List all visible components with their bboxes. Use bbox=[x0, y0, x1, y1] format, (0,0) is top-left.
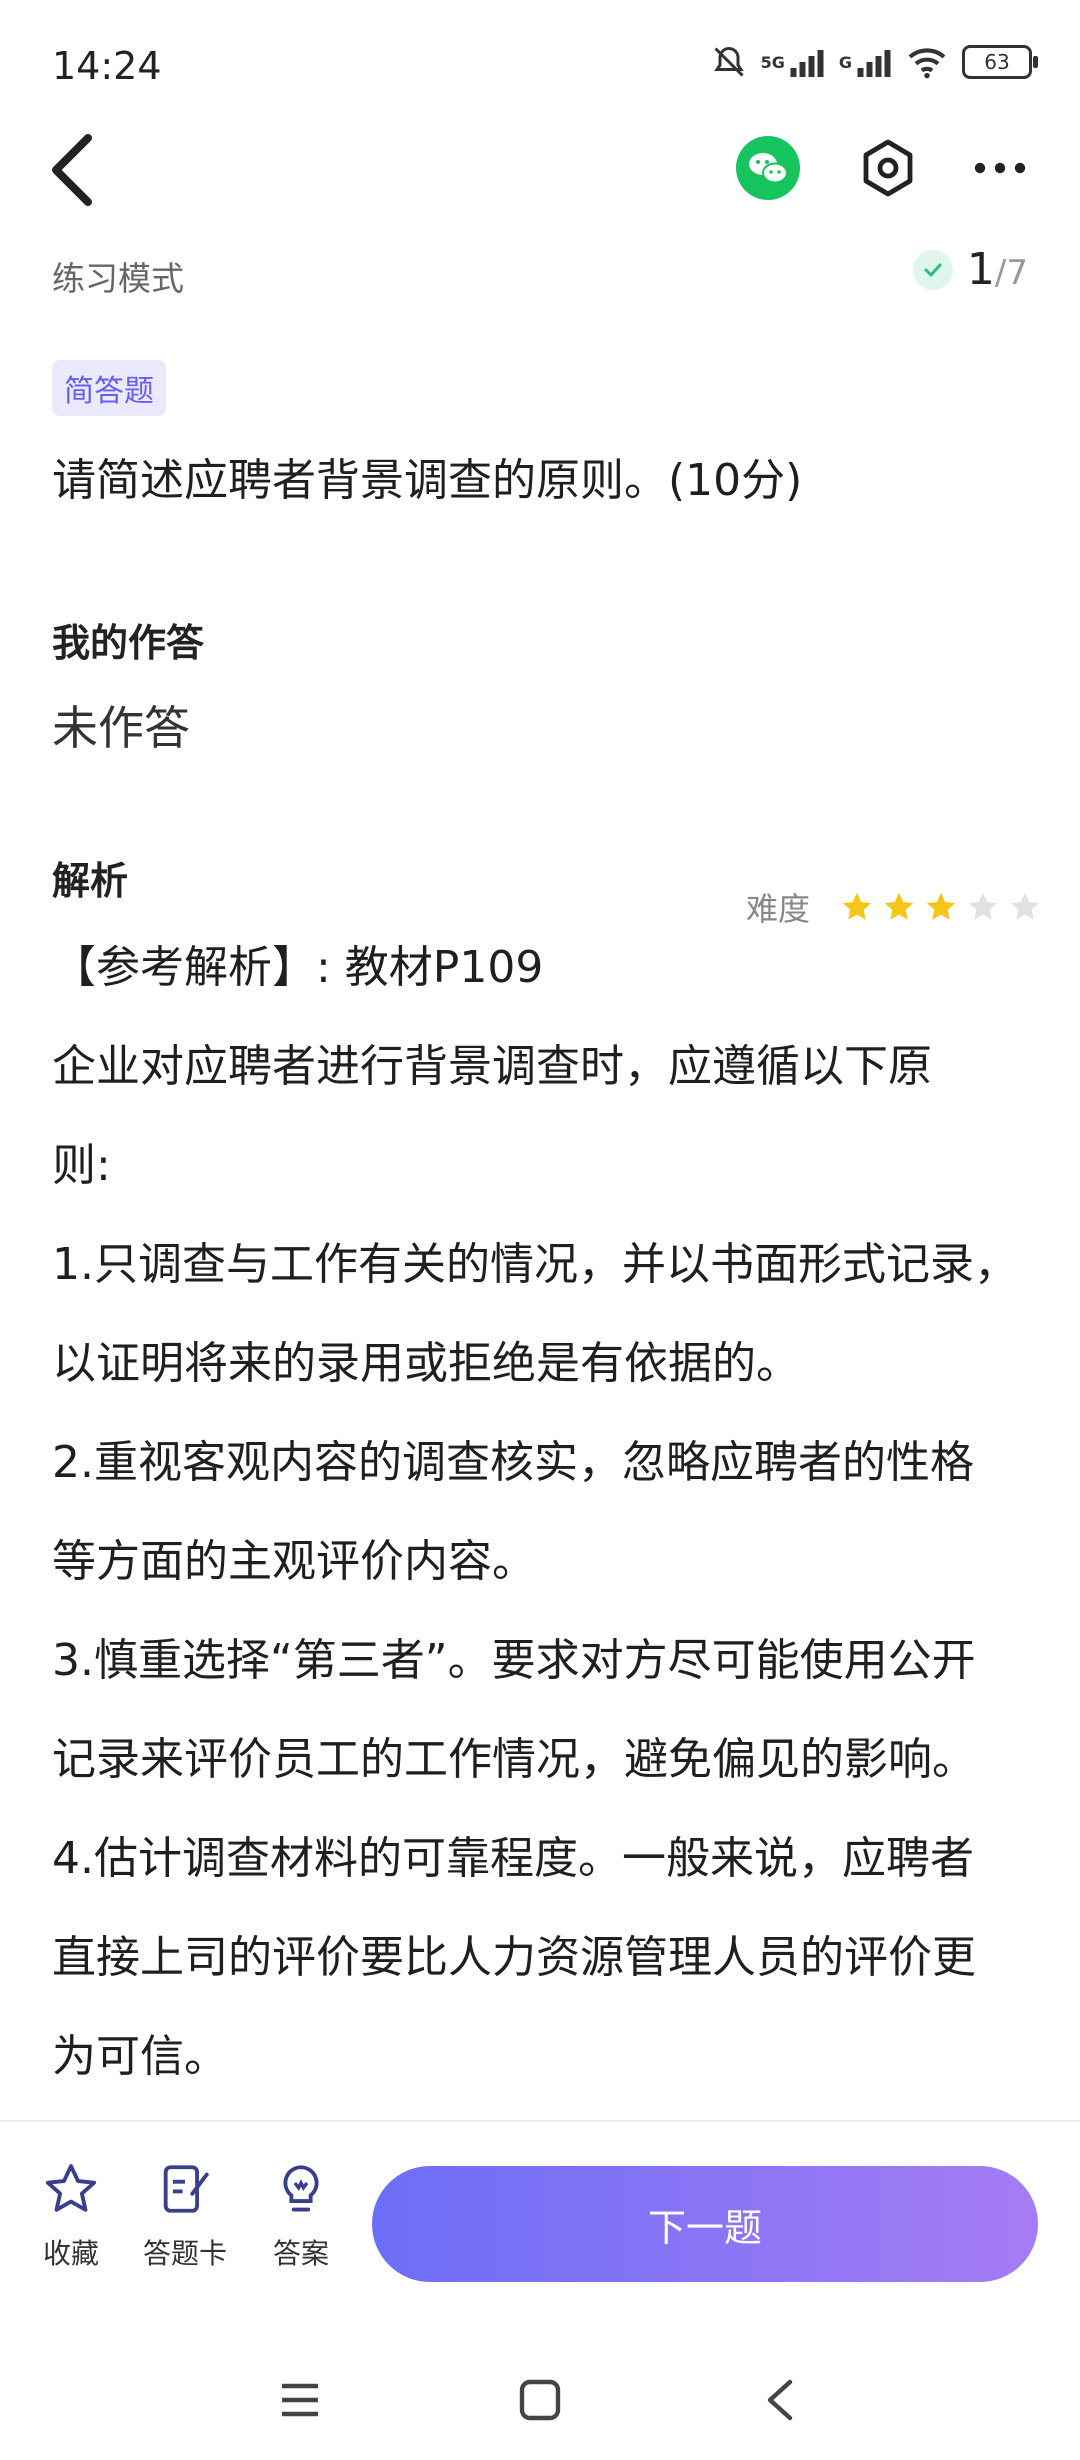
home-nav-button[interactable] bbox=[510, 2370, 570, 2430]
battery-indicator: 63 bbox=[962, 45, 1038, 79]
analysis-line: 以证明将来的录用或拒绝是有依据的。 bbox=[52, 1338, 800, 1389]
chevron-left-icon bbox=[52, 134, 92, 206]
hexagon-settings-icon bbox=[863, 139, 913, 197]
question-progress[interactable]: 1/7 bbox=[912, 244, 1028, 295]
analysis-line: 3.慎重选择“第三者”。要求对方尽可能使用公开 bbox=[52, 1635, 976, 1686]
my-answer-value: 未作答 bbox=[52, 701, 190, 755]
wechat-icon bbox=[749, 153, 788, 184]
home-square-icon bbox=[519, 2379, 561, 2421]
my-answer-title: 我的作答 bbox=[52, 621, 205, 665]
analysis-line: 企业对应聘者进行背景调查时，应遵循以下原 bbox=[52, 1041, 932, 1092]
question-text: 请简述应聘者背景调查的原则。(10分) bbox=[52, 455, 803, 506]
more-horizontal-icon bbox=[974, 162, 1026, 174]
signal-g-label: G bbox=[838, 52, 852, 72]
wechat-share-button[interactable] bbox=[736, 136, 800, 200]
back-nav-icon bbox=[767, 2379, 793, 2421]
settings-button[interactable] bbox=[856, 136, 920, 200]
answer-label: 答案 bbox=[272, 2237, 329, 2270]
signal-5g-icon bbox=[790, 50, 824, 77]
wifi-icon bbox=[908, 48, 946, 79]
answer-card-button[interactable]: 答题卡 bbox=[130, 2160, 240, 2272]
more-button[interactable] bbox=[970, 136, 1030, 200]
lightbulb-icon bbox=[283, 2165, 319, 2212]
analysis-title: 解析 bbox=[52, 859, 129, 903]
analysis-body: 【参考解析】: 教材P109 企业对应聘者进行背景调查时，应遵循以下原 则: 1… bbox=[52, 918, 1042, 2106]
menu-nav-button[interactable] bbox=[270, 2370, 330, 2430]
question-type-badge: 简答题 bbox=[52, 360, 166, 416]
status-icons: 5G G 63 bbox=[711, 44, 1038, 80]
analysis-line: 2.重视客观内容的调查核实，忽略应聘者的性格 bbox=[52, 1437, 974, 1488]
practice-mode-label: 练习模式 bbox=[52, 259, 184, 298]
answer-card-label: 答题卡 bbox=[142, 2237, 227, 2270]
status-time: 14:24 bbox=[52, 44, 162, 88]
answer-button[interactable]: 答案 bbox=[246, 2160, 356, 2272]
signal-g-icon bbox=[857, 50, 891, 77]
analysis-line: 4.估计调查材料的可靠程度。一般来说，应聘者 bbox=[52, 1833, 974, 1884]
analysis-line: 记录来评价员工的工作情况，避免偏见的影响。 bbox=[52, 1734, 976, 1785]
analysis-line: 等方面的主观评价内容。 bbox=[52, 1536, 536, 1587]
signal-5g-label: 5G bbox=[760, 52, 785, 72]
analysis-line: 则: bbox=[52, 1140, 111, 1191]
menu-icon bbox=[282, 2383, 318, 2417]
battery-level: 63 bbox=[984, 50, 1010, 74]
progress-current: 1 bbox=[966, 244, 995, 295]
analysis-line: 直接上司的评价要比人力资源管理人员的评价更 bbox=[52, 1932, 976, 1983]
star-outline-icon bbox=[45, 2164, 97, 2212]
answer-sheet-icon bbox=[163, 2165, 209, 2213]
check-icon bbox=[912, 249, 953, 290]
favorite-label: 收藏 bbox=[42, 2237, 99, 2270]
favorite-button[interactable]: 收藏 bbox=[16, 2160, 126, 2272]
analysis-line: 为可信。 bbox=[52, 2031, 228, 2082]
next-question-button[interactable]: 下一题 bbox=[372, 2166, 1038, 2282]
back-button[interactable] bbox=[44, 130, 104, 210]
mute-bell-icon bbox=[713, 46, 744, 77]
back-nav-button[interactable] bbox=[750, 2370, 810, 2430]
analysis-line: 1.只调查与工作有关的情况，并以书面形式记录， bbox=[52, 1239, 1018, 1290]
analysis-line: 【参考解析】: 教材P109 bbox=[52, 942, 544, 993]
bottom-divider bbox=[0, 2120, 1080, 2122]
progress-total: /7 bbox=[994, 253, 1028, 293]
